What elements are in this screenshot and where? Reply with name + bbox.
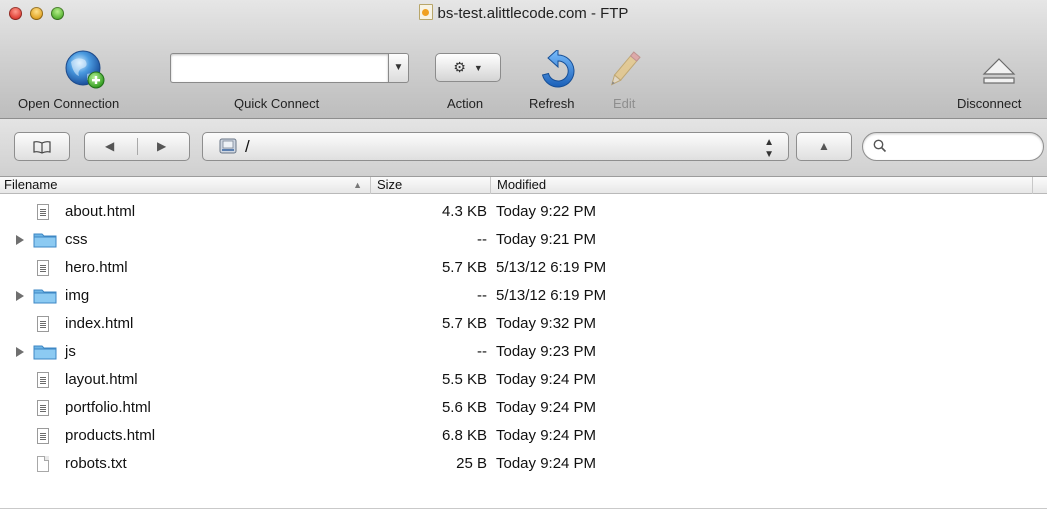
search-icon bbox=[873, 139, 887, 153]
file-modified: Today 9:24 PM bbox=[496, 427, 597, 444]
nav-separator bbox=[137, 138, 138, 155]
file-row[interactable]: products.html 6.8 KB Today 9:24 PM bbox=[0, 422, 1047, 450]
file-name: css bbox=[65, 231, 88, 248]
pencil-icon bbox=[610, 51, 641, 86]
disconnect-label: Disconnect bbox=[957, 96, 1022, 111]
file-table-header: Filename ▲ Size Modified bbox=[0, 177, 1047, 194]
file-size: 5.7 KB bbox=[441, 259, 487, 276]
file-row[interactable]: robots.txt 25 B Today 9:24 PM bbox=[0, 450, 1047, 478]
file-name: about.html bbox=[65, 203, 136, 220]
sort-ascending-icon: ▲ bbox=[353, 180, 362, 190]
quick-connect-input[interactable] bbox=[170, 53, 388, 83]
file-size: 4.3 KB bbox=[441, 203, 487, 220]
file-row[interactable]: hero.html 5.7 KB 5/13/12 6:19 PM bbox=[0, 254, 1047, 282]
file-name: index.html bbox=[65, 315, 134, 332]
file-modified: Today 9:23 PM bbox=[496, 343, 597, 360]
file-name: robots.txt bbox=[65, 455, 127, 472]
refresh-icon bbox=[541, 47, 575, 88]
history-nav: ◀ ▶ bbox=[84, 132, 190, 161]
file-row[interactable]: layout.html 5.5 KB Today 9:24 PM bbox=[0, 366, 1047, 394]
file-modified: 5/13/12 6:19 PM bbox=[496, 287, 607, 304]
file-name: portfolio.html bbox=[65, 399, 151, 416]
ftp-window: bs-test.alittlecode.com - FTP Open Conne… bbox=[0, 0, 1047, 512]
file-size: 25 B bbox=[456, 455, 487, 472]
up-down-chevron-icon: ▲ ▼ bbox=[764, 137, 774, 160]
file-name: img bbox=[65, 287, 90, 304]
current-path-text: / bbox=[245, 137, 250, 156]
path-selector[interactable]: / ▲ ▼ bbox=[202, 132, 789, 161]
file-row[interactable]: js -- Today 9:23 PM bbox=[0, 338, 1047, 366]
disclosure-triangle-icon[interactable] bbox=[16, 235, 24, 245]
filename-header-label: Filename bbox=[4, 177, 58, 192]
file-size: 5.7 KB bbox=[441, 315, 487, 332]
chevron-down-icon: ▼ bbox=[393, 62, 404, 73]
quick-connect-label: Quick Connect bbox=[234, 96, 320, 111]
file-row[interactable]: index.html 5.7 KB Today 9:32 PM bbox=[0, 310, 1047, 338]
action-menu-button[interactable]: ⚙ ▼ bbox=[435, 53, 501, 82]
file-row[interactable]: css -- Today 9:21 PM bbox=[0, 226, 1047, 254]
chevron-down-icon: ▼ bbox=[473, 63, 483, 73]
edit-button[interactable] bbox=[602, 48, 646, 92]
file-size: 6.8 KB bbox=[441, 427, 487, 444]
search-field[interactable] bbox=[862, 132, 1044, 161]
file-size: 5.6 KB bbox=[441, 399, 487, 416]
file-size: -- bbox=[477, 231, 487, 248]
file-modified: Today 9:32 PM bbox=[496, 315, 597, 332]
column-header-size[interactable]: Size bbox=[371, 177, 491, 194]
file-name: hero.html bbox=[65, 259, 128, 276]
column-header-filename[interactable]: Filename ▲ bbox=[0, 177, 371, 194]
file-modified: Today 9:24 PM bbox=[496, 399, 597, 416]
title-toolbar: bs-test.alittlecode.com - FTP Open Conne… bbox=[0, 0, 1047, 119]
disconnect-button[interactable] bbox=[980, 56, 1018, 86]
file-size: -- bbox=[477, 343, 487, 360]
file-row[interactable]: portfolio.html 5.6 KB Today 9:24 PM bbox=[0, 394, 1047, 422]
globe-add-icon bbox=[65, 50, 105, 89]
window-title-area: bs-test.alittlecode.com - FTP bbox=[0, 4, 1047, 22]
file-modified: 5/13/12 6:19 PM bbox=[496, 259, 607, 276]
file-modified: Today 9:21 PM bbox=[496, 231, 597, 248]
file-modified: Today 9:24 PM bbox=[496, 455, 597, 472]
book-icon bbox=[33, 141, 51, 154]
action-label: Action bbox=[447, 96, 484, 111]
column-header-modified[interactable]: Modified bbox=[491, 177, 1033, 194]
modified-header-label: Modified bbox=[497, 177, 547, 192]
refresh-label: Refresh bbox=[529, 96, 575, 111]
file-name: js bbox=[65, 343, 76, 360]
file-modified: Today 9:24 PM bbox=[496, 371, 597, 388]
file-modified: Today 9:22 PM bbox=[496, 203, 597, 220]
disclosure-triangle-icon[interactable] bbox=[16, 291, 24, 301]
edit-label: Edit bbox=[613, 96, 636, 111]
up-arrow-icon: ▲ bbox=[818, 139, 830, 153]
file-size: 5.5 KB bbox=[441, 371, 487, 388]
file-row[interactable]: about.html 4.3 KB Today 9:22 PM bbox=[0, 198, 1047, 226]
size-header-label: Size bbox=[377, 177, 403, 192]
disclosure-triangle-icon[interactable] bbox=[16, 347, 24, 357]
refresh-button[interactable] bbox=[537, 47, 579, 92]
quick-connect-dropdown[interactable]: ▼ bbox=[388, 53, 409, 83]
back-arrow-icon[interactable]: ◀ bbox=[105, 133, 114, 160]
open-connection-button[interactable] bbox=[63, 48, 109, 92]
file-row[interactable]: img -- 5/13/12 6:19 PM bbox=[0, 282, 1047, 310]
table-divider bbox=[0, 508, 1047, 509]
parent-directory-button[interactable]: ▲ bbox=[796, 132, 852, 161]
open-connection-label: Open Connection bbox=[18, 96, 120, 111]
forward-arrow-icon[interactable]: ▶ bbox=[157, 133, 166, 160]
bookmarks-button[interactable] bbox=[14, 132, 70, 161]
eject-icon bbox=[982, 58, 1016, 84]
server-disk-icon bbox=[219, 138, 237, 154]
file-name: products.html bbox=[65, 427, 156, 444]
file-name: layout.html bbox=[65, 371, 138, 388]
file-size: -- bbox=[477, 287, 487, 304]
gear-icon: ⚙ bbox=[453, 59, 466, 75]
window-title: bs-test.alittlecode.com - FTP bbox=[437, 5, 629, 22]
bookmark-document-icon bbox=[418, 4, 433, 20]
